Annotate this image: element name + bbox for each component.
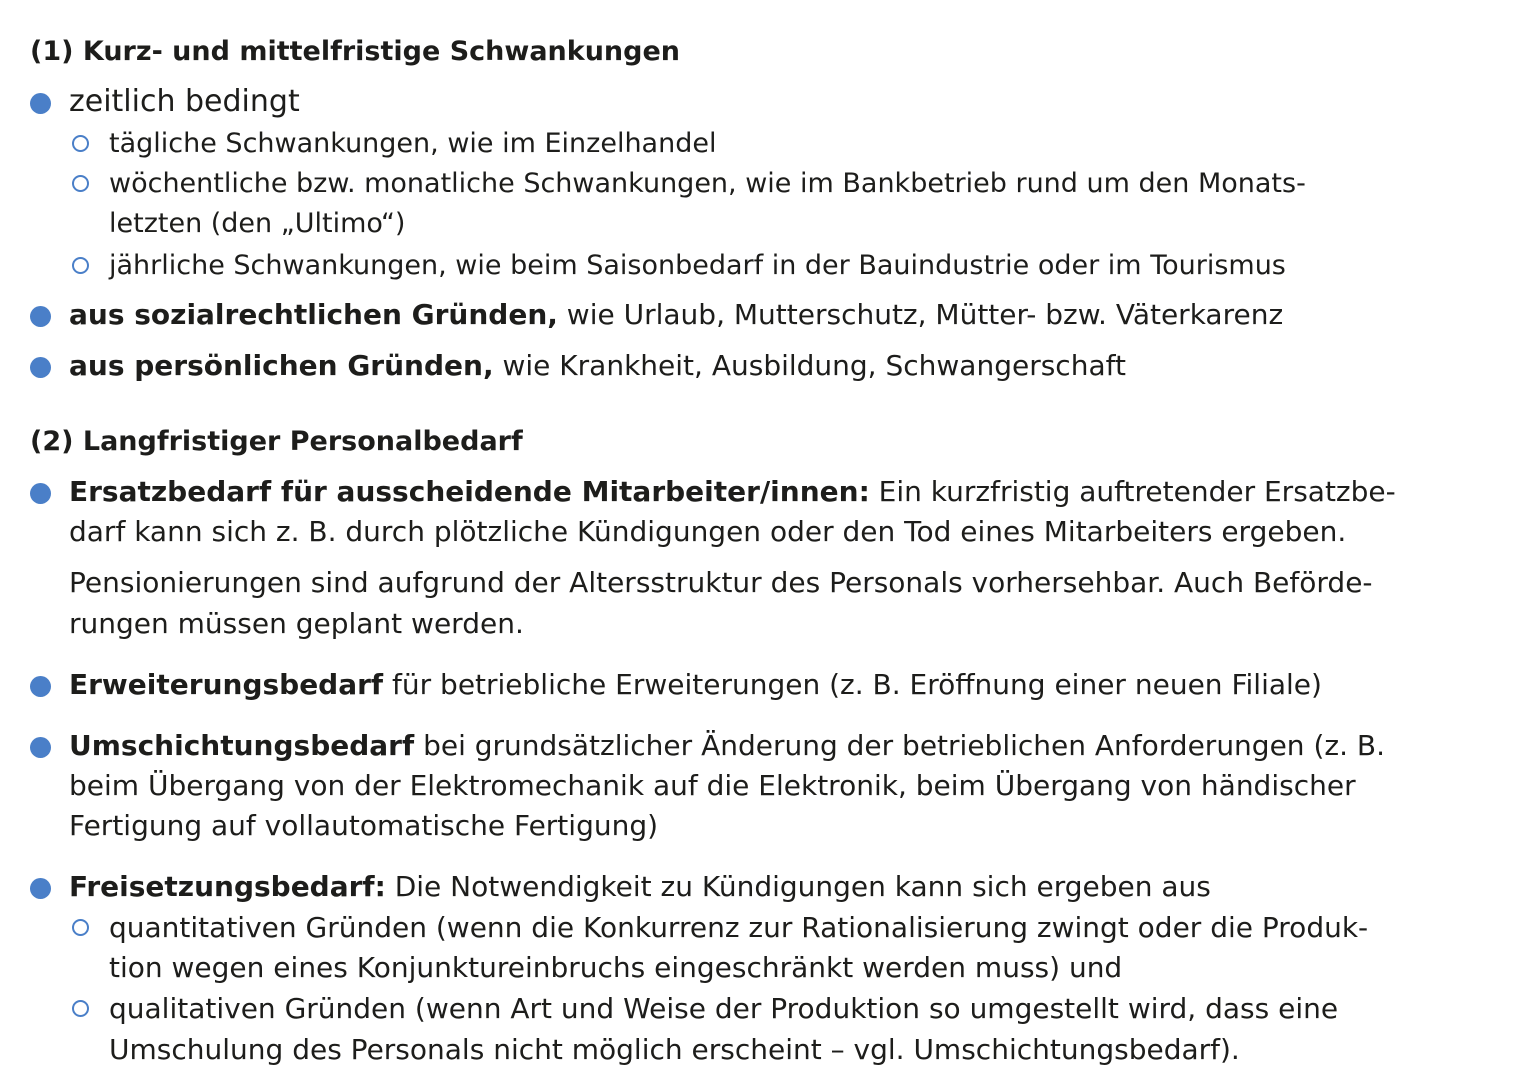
bullet-icon — [30, 878, 51, 899]
umschichtung-term: Umschichtungsbedarf — [69, 729, 415, 762]
persoenlich-text: wie Krankheit, Ausbildung, Schwangerscha… — [493, 349, 1126, 382]
document-page: (1) Kurz- und mittelfristige Schwankunge… — [0, 0, 1540, 1086]
sozial-term: aus sozialrechtlichen Gründen, — [69, 298, 558, 331]
ersatz-text: Ein kurzfristig auftretender Ersatzbe- — [869, 475, 1396, 508]
freisetzung-item-1-line2: tion wegen eines Konjunktureinbruchs ein… — [109, 951, 1123, 984]
ersatz-line1: Ersatzbedarf für ausscheidende Mitarbeit… — [69, 475, 1396, 509]
bullet-icon — [30, 737, 51, 758]
ersatz-para2-line1: Pensionierungen sind aufgrund der Alters… — [69, 566, 1373, 599]
zeitlich-label: zeitlich bedingt — [69, 84, 300, 119]
bullet-icon — [30, 357, 51, 378]
bullet-icon — [30, 483, 51, 504]
freisetzung-line1: Freisetzungsbedarf: Die Notwendigkeit zu… — [69, 870, 1211, 904]
umschichtung-line2: beim Übergang von der Elektromechanik au… — [69, 769, 1356, 802]
bullet-icon — [30, 306, 51, 327]
erweiterung-text: für betriebliche Erweiterungen (z. B. Er… — [383, 668, 1322, 701]
umschichtung-line1: Umschichtungsbedarf bei grundsätzlicher … — [69, 729, 1385, 763]
sub-bullet-icon — [72, 257, 89, 274]
umschichtung-line3: Fertigung auf vollautomatische Fertigung… — [69, 809, 659, 842]
sozial-item: aus sozialrechtlichen Gründen, wie Urlau… — [69, 298, 1283, 332]
section2-heading: (2) Langfristiger Personalbedarf — [30, 426, 523, 457]
bullet-icon — [30, 676, 51, 697]
zeitlich-item-3: jährliche Schwankungen, wie beim Saisonb… — [109, 250, 1286, 281]
sozial-text: wie Urlaub, Mutterschutz, Mütter- bzw. V… — [557, 298, 1284, 331]
persoenlich-item: aus persönlichen Gründen, wie Krankheit,… — [69, 349, 1126, 383]
freisetzung-text: Die Notwendigkeit zu Kündigungen kann si… — [385, 870, 1211, 903]
ersatz-line2: darf kann sich z. B. durch plötzliche Kü… — [69, 515, 1347, 548]
erweiterung-term: Erweiterungsbedarf — [69, 668, 384, 701]
sub-bullet-icon — [72, 175, 89, 192]
bullet-icon — [30, 93, 51, 114]
freisetzung-item-2-line2: Umschulung des Personals nicht möglich e… — [109, 1033, 1240, 1066]
persoenlich-term: aus persönlichen Gründen, — [69, 349, 494, 382]
sub-bullet-icon — [72, 135, 89, 152]
section1-heading: (1) Kurz- und mittelfristige Schwankunge… — [30, 36, 681, 67]
zeitlich-item-2-line1: wöchentliche bzw. monatliche Schwankunge… — [109, 168, 1306, 199]
sub-bullet-icon — [72, 919, 89, 936]
sub-bullet-icon — [72, 1000, 89, 1017]
zeitlich-item-1: tägliche Schwankungen, wie im Einzelhand… — [109, 128, 717, 159]
freisetzung-item-1-line1: quantitativen Gründen (wenn die Konkurre… — [109, 911, 1369, 944]
freisetzung-term: Freisetzungsbedarf: — [69, 870, 386, 903]
ersatz-para2-line2: rungen müssen geplant werden. — [69, 607, 524, 640]
freisetzung-item-2-line1: qualitativen Gründen (wenn Art und Weise… — [109, 992, 1339, 1025]
erweiterung-item: Erweiterungsbedarf für betriebliche Erwe… — [69, 668, 1322, 702]
zeitlich-item-2-line2: letzten (den „Ultimo“) — [109, 208, 406, 239]
ersatz-term: Ersatzbedarf für ausscheidende Mitarbeit… — [69, 475, 870, 508]
umschichtung-text: bei grundsätzlicher Änderung der betrieb… — [414, 729, 1385, 762]
